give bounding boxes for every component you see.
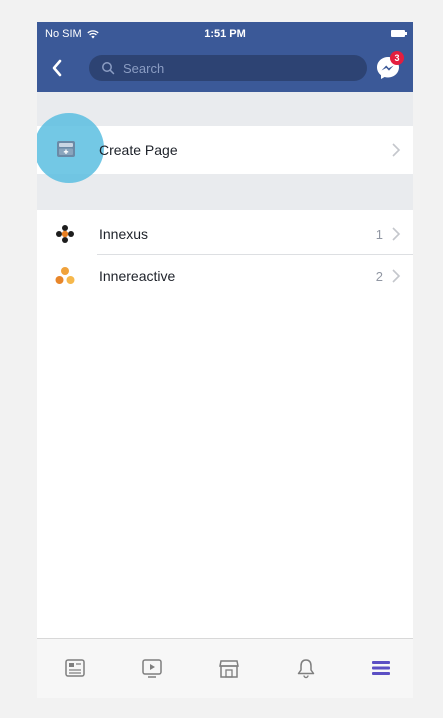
notifications-bell-icon[interactable] bbox=[295, 657, 317, 679]
search-icon bbox=[102, 62, 115, 75]
nav-row: Search 3 bbox=[37, 51, 413, 86]
list-item[interactable]: Innereactive 2 bbox=[37, 256, 413, 296]
page-count: 2 bbox=[375, 268, 383, 284]
row-divider bbox=[97, 254, 413, 255]
search-placeholder: Search bbox=[123, 60, 165, 76]
messenger-badge: 3 bbox=[390, 51, 404, 65]
page-name: Innexus bbox=[99, 226, 149, 242]
phone-screen: No SIM 1:51 PM Search 3 Create Page Inne… bbox=[37, 22, 413, 698]
search-input[interactable]: Search bbox=[89, 55, 367, 81]
create-page-label: Create Page bbox=[99, 142, 178, 158]
pages-list: Innexus 1 Innereactive 2 bbox=[37, 210, 413, 650]
status-time: 1:51 PM bbox=[204, 28, 246, 40]
innereactive-logo-icon bbox=[55, 267, 75, 284]
back-button[interactable] bbox=[51, 56, 71, 80]
messenger-button[interactable]: 3 bbox=[375, 51, 404, 81]
bottom-tab-bar bbox=[37, 638, 413, 698]
watch-video-icon[interactable] bbox=[141, 657, 163, 679]
innexus-logo-icon bbox=[56, 225, 74, 243]
news-feed-icon[interactable] bbox=[64, 657, 86, 679]
marketplace-icon[interactable] bbox=[218, 657, 240, 679]
page-count: 1 bbox=[375, 226, 383, 242]
battery-icon bbox=[391, 30, 407, 37]
chevron-right-icon bbox=[392, 227, 401, 241]
list-item[interactable]: Innexus 1 bbox=[37, 214, 413, 254]
create-page-section: Create Page bbox=[37, 113, 413, 183]
create-page-icon bbox=[57, 141, 75, 157]
page-name: Innereactive bbox=[99, 268, 176, 284]
status-bar: No SIM 1:51 PM bbox=[37, 22, 413, 46]
create-page-row[interactable]: Create Page bbox=[37, 113, 413, 183]
menu-hamburger-icon[interactable] bbox=[370, 657, 392, 679]
chevron-right-icon bbox=[392, 143, 401, 157]
chevron-left-icon bbox=[52, 59, 62, 77]
chevron-right-icon bbox=[392, 269, 401, 283]
navigation-header: No SIM 1:51 PM Search 3 bbox=[37, 22, 413, 92]
